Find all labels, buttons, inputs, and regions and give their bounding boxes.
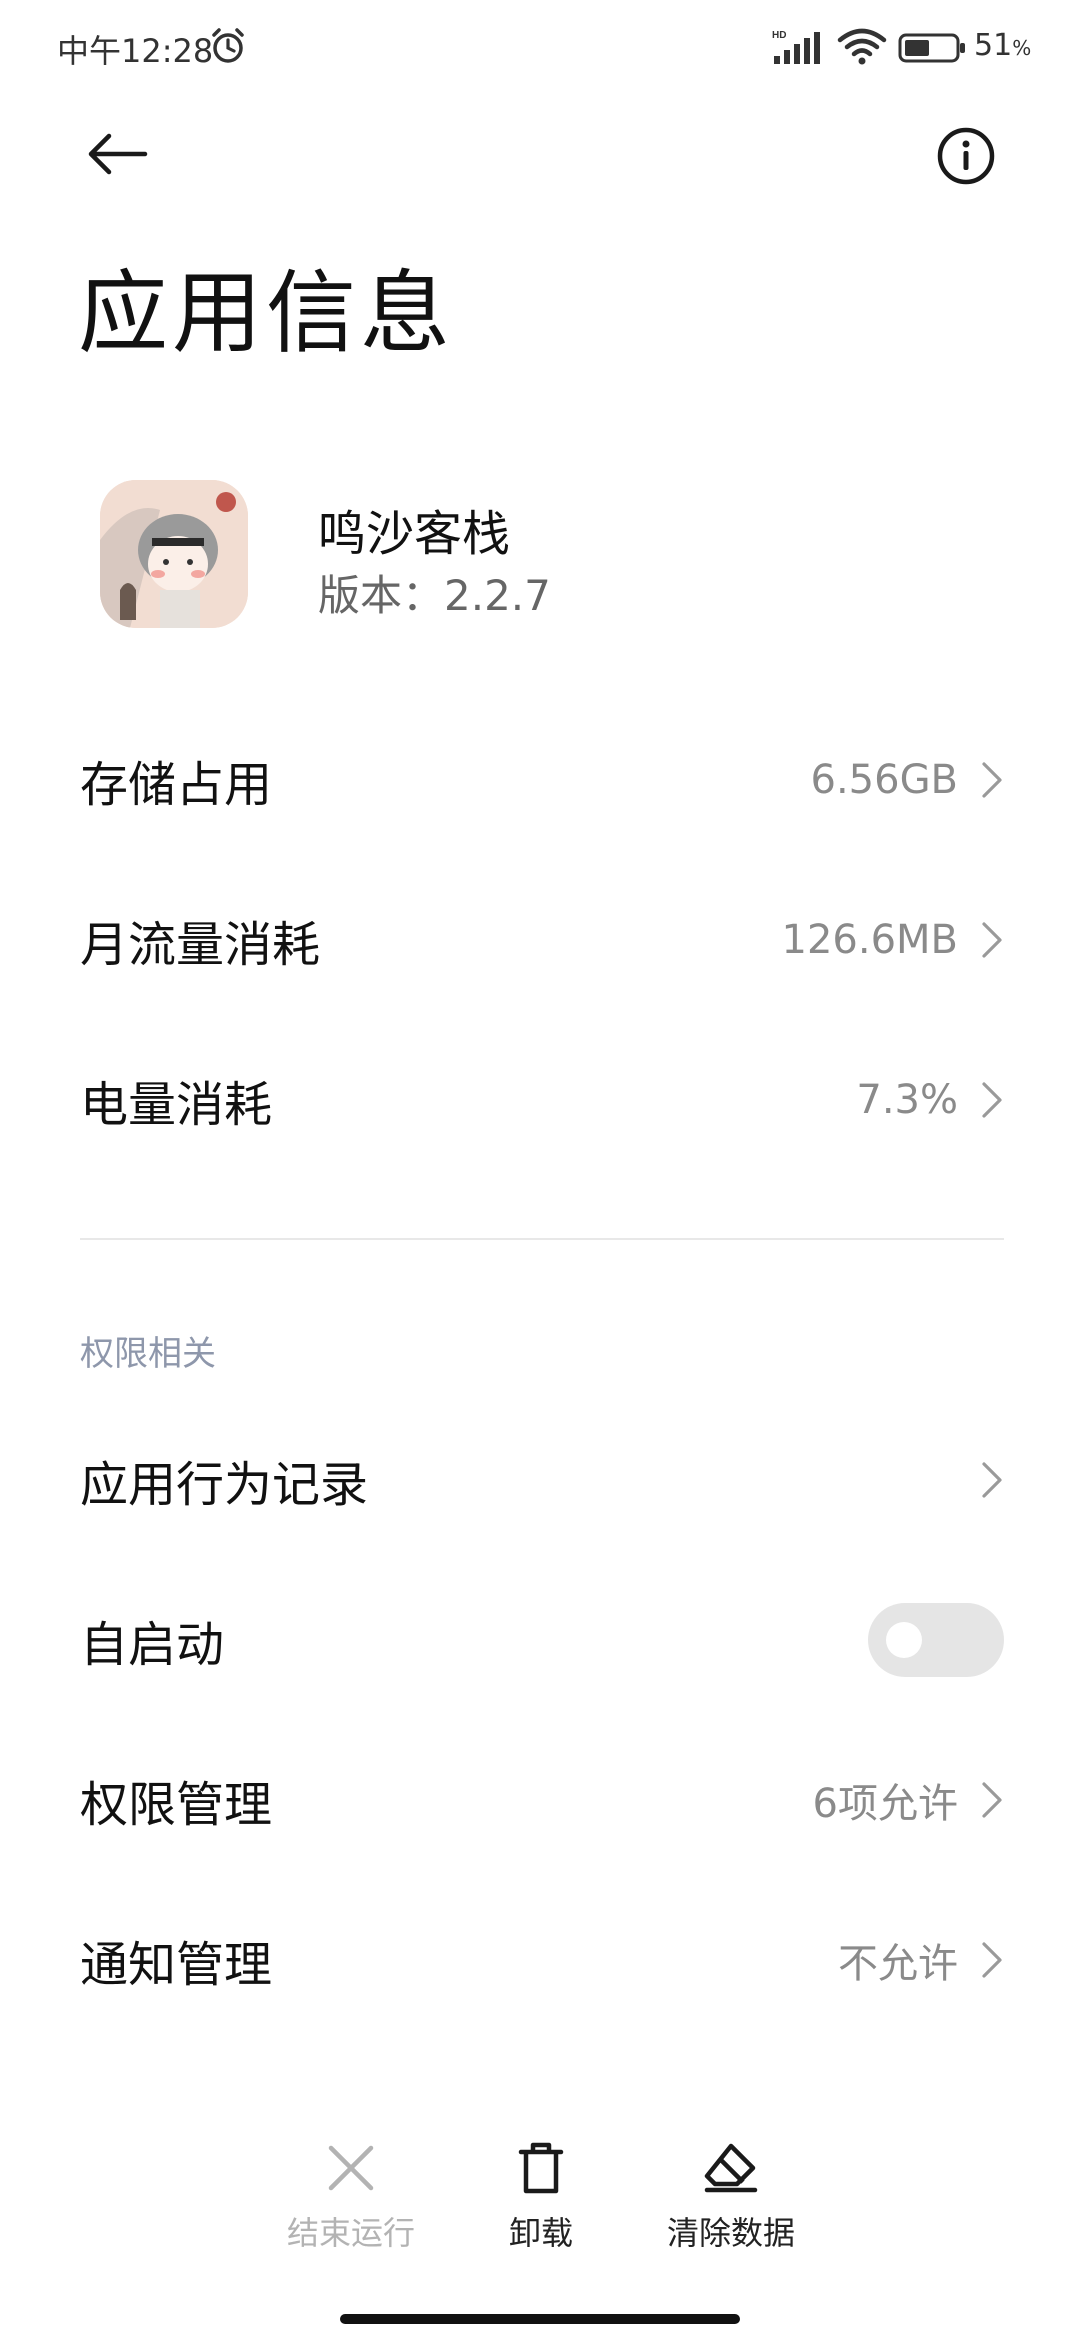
section-divider — [80, 1238, 1004, 1240]
row-label: 应用行为记录 — [80, 1457, 369, 1513]
svg-text:HD: HD — [772, 30, 786, 41]
row-label: 月流量消耗 — [80, 917, 321, 973]
app-info-button[interactable] — [934, 124, 998, 188]
row-label: 权限管理 — [80, 1777, 273, 1833]
back-button[interactable] — [80, 124, 154, 188]
info-circle-icon — [934, 127, 998, 192]
row-value: 7.3% — [856, 1077, 958, 1123]
clear-data-button[interactable]: 清除数据 — [641, 2140, 821, 2254]
storage-usage-row[interactable]: 存储占用 6.56GB — [80, 730, 1004, 830]
action-label: 清除数据 — [666, 2214, 795, 2252]
action-label: 卸载 — [508, 2214, 573, 2252]
app-version: 版本：2.2.7 — [318, 571, 551, 620]
notification-manage-row[interactable]: 通知管理 不允许 — [80, 1910, 1004, 2010]
chevron-right-icon — [982, 1782, 1002, 1818]
force-stop-button[interactable]: 结束运行 — [261, 2140, 441, 2254]
row-label: 存储占用 — [80, 757, 273, 813]
autostart-toggle[interactable] — [868, 1603, 1004, 1677]
chevron-right-icon — [982, 1462, 1002, 1498]
battery-icon — [898, 32, 968, 64]
chevron-right-icon — [982, 1082, 1002, 1118]
row-label: 自启动 — [80, 1617, 225, 1673]
status-time: 中午12:28 — [57, 32, 214, 70]
monthly-data-usage-row[interactable]: 月流量消耗 126.6MB — [80, 890, 1004, 990]
chevron-right-icon — [982, 922, 1002, 958]
alarm-icon — [208, 26, 248, 66]
row-label: 电量消耗 — [80, 1077, 273, 1133]
battery-percent: 51% — [974, 28, 1032, 63]
autostart-row: 自启动 — [80, 1590, 1004, 1690]
chevron-right-icon — [982, 762, 1002, 798]
row-value: 不允许 — [838, 1941, 958, 1987]
app-behavior-record-row[interactable]: 应用行为记录 — [80, 1430, 1004, 1530]
permission-manage-row[interactable]: 权限管理 6项允许 — [80, 1750, 1004, 1850]
row-value: 6项允许 — [812, 1781, 958, 1827]
page-title: 应用信息 — [78, 261, 454, 366]
battery-usage-row[interactable]: 电量消耗 7.3% — [80, 1050, 1004, 1150]
chevron-right-icon — [982, 1942, 1002, 1978]
uninstall-button[interactable]: 卸载 — [451, 2140, 631, 2254]
action-label: 结束运行 — [286, 2214, 415, 2252]
section-header-permissions: 权限相关 — [80, 1334, 216, 1374]
trash-icon — [518, 2142, 564, 2194]
signal-hd-icon: HD — [772, 28, 826, 66]
wifi-icon — [836, 28, 888, 66]
app-icon — [100, 480, 248, 628]
row-label: 通知管理 — [80, 1937, 273, 1993]
status-bar: 中午12:28 HD 51% — [0, 0, 1080, 96]
toggle-knob — [886, 1622, 922, 1658]
row-value: 6.56GB — [810, 757, 959, 803]
arrow-left-icon — [85, 132, 149, 180]
close-x-icon — [328, 2145, 374, 2191]
row-value: 126.6MB — [781, 917, 958, 963]
eraser-icon — [704, 2143, 758, 2193]
app-name: 鸣沙客栈 — [318, 506, 511, 562]
home-indicator[interactable] — [340, 2314, 740, 2324]
